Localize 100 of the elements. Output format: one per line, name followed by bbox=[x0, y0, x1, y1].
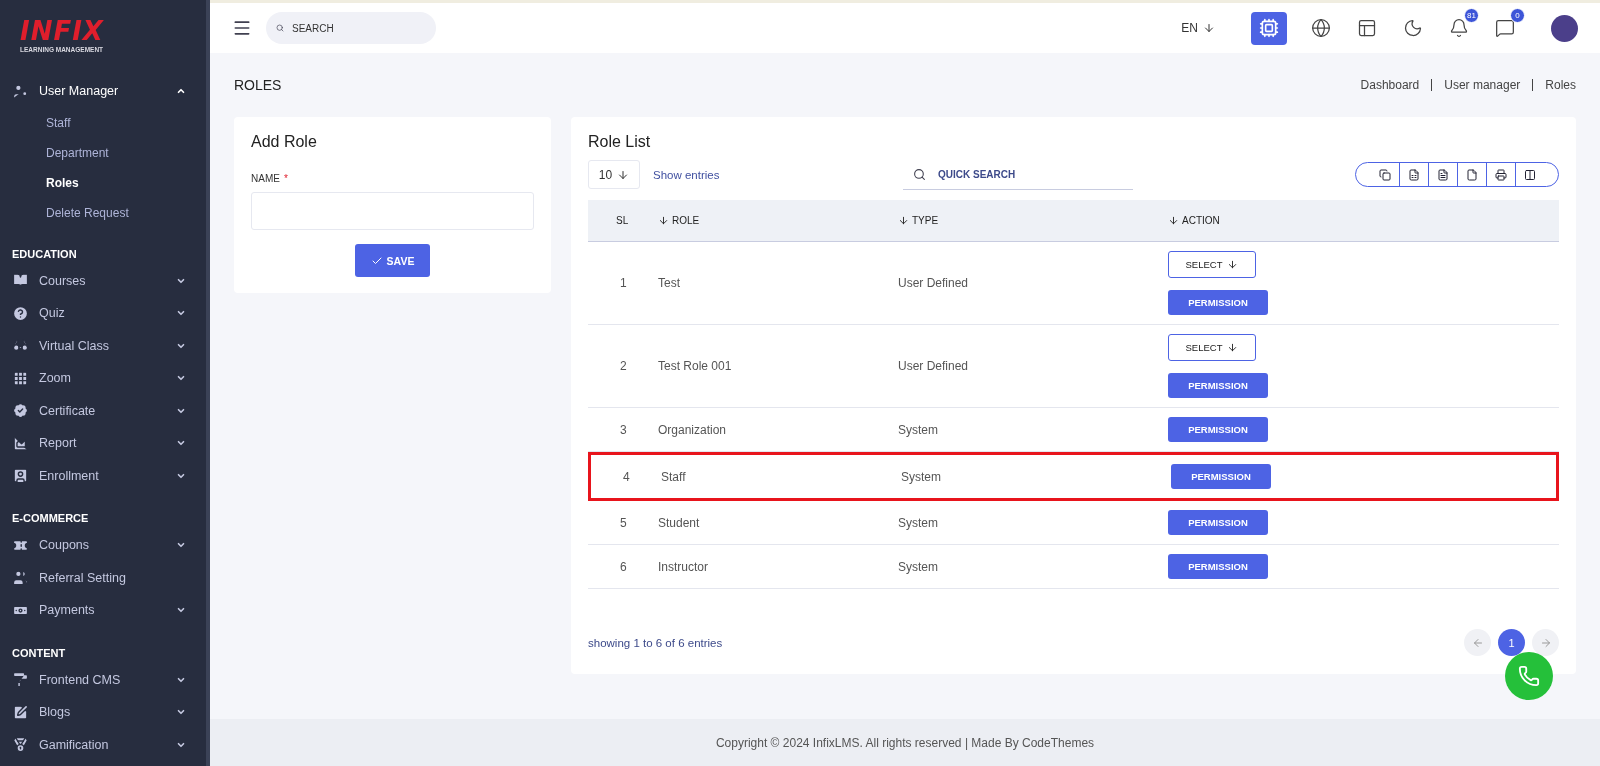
table-cell-text: 1 bbox=[619, 276, 628, 290]
edit-icon bbox=[12, 703, 29, 721]
badge-icon bbox=[12, 402, 29, 420]
medal-icon bbox=[12, 736, 29, 754]
table-cell-text: System bbox=[898, 515, 939, 530]
breadcrumb-link[interactable]: User manager bbox=[1444, 78, 1521, 92]
logo-text: INFIX bbox=[20, 18, 105, 44]
breadcrumb-link[interactable]: Roles bbox=[1545, 78, 1576, 92]
sort-arrow-icon bbox=[658, 215, 669, 226]
phone-icon bbox=[1518, 665, 1540, 687]
language-dropdown[interactable]: EN bbox=[1175, 20, 1221, 36]
message-count: 0 bbox=[1510, 8, 1525, 23]
field-label: NAME * bbox=[251, 173, 289, 184]
chart-icon bbox=[12, 434, 29, 452]
section-heading: CONTENT bbox=[11, 646, 67, 659]
column-header[interactable]: ROLE bbox=[658, 215, 898, 226]
arrow-right-icon bbox=[1539, 636, 1552, 649]
sidebar-item[interactable]: Payments bbox=[0, 594, 206, 627]
table-cell-text: 6 bbox=[619, 559, 628, 574]
sidebar-item[interactable]: Gamification bbox=[0, 728, 206, 761]
menu-icon[interactable] bbox=[232, 18, 252, 38]
arrow-down-icon bbox=[1227, 259, 1239, 270]
table-cell-text: Staff bbox=[661, 469, 687, 484]
users-icon bbox=[12, 569, 29, 587]
permission-button[interactable]: PERMISSION bbox=[1168, 290, 1268, 315]
sidebar-item[interactable]: Blogs bbox=[0, 696, 206, 729]
submenu-item[interactable]: Delete Request bbox=[0, 197, 206, 228]
chip-icon bbox=[1259, 18, 1279, 38]
page-button[interactable]: 1 bbox=[1498, 629, 1525, 656]
table-cell-text: Test Role 001 bbox=[658, 359, 733, 373]
sidebar-item[interactable]: Quiz bbox=[0, 297, 206, 330]
search-icon bbox=[913, 167, 926, 181]
sort-arrow-icon bbox=[1168, 215, 1179, 226]
avatar[interactable] bbox=[1551, 14, 1578, 42]
page-size-dropdown[interactable]: 10 bbox=[588, 160, 640, 189]
show-entries-label: Show entries bbox=[653, 168, 721, 181]
submenu-item[interactable]: Department bbox=[0, 137, 206, 168]
ai-chip-button[interactable] bbox=[1251, 11, 1287, 45]
table-cell-text: 4 bbox=[622, 469, 631, 484]
submenu-item[interactable]: Staff bbox=[0, 107, 206, 138]
search-input[interactable]: SEARCH bbox=[290, 12, 426, 44]
table-cell-text: 5 bbox=[619, 515, 628, 530]
document-icon bbox=[1437, 168, 1449, 181]
file-icon bbox=[1466, 168, 1478, 181]
permission-button[interactable]: PERMISSION bbox=[1171, 464, 1271, 489]
card-title: Add Role bbox=[251, 133, 318, 151]
question-icon bbox=[12, 304, 29, 322]
permission-button[interactable]: PERMISSION bbox=[1168, 510, 1268, 535]
section-heading: E-COMMERCE bbox=[11, 512, 90, 524]
table-cell-text: 2 bbox=[619, 359, 628, 373]
notification-count: 81 bbox=[1464, 8, 1479, 23]
column-header: SL bbox=[615, 215, 630, 226]
card-title: Role List bbox=[588, 133, 652, 151]
sidebar-item[interactable]: Report bbox=[0, 427, 206, 460]
arrow-down-icon bbox=[1203, 22, 1215, 34]
sidebar-item[interactable]: Referral Setting bbox=[0, 561, 206, 594]
column-header[interactable]: TYPE bbox=[898, 215, 1168, 226]
section-heading: EDUCATION bbox=[11, 247, 78, 260]
whatsapp-button[interactable] bbox=[1505, 652, 1553, 700]
permission-button[interactable]: PERMISSION bbox=[1168, 373, 1268, 398]
printer-icon bbox=[1495, 168, 1507, 181]
entries-summary: showing 1 to 6 of 6 entries bbox=[588, 636, 724, 649]
breadcrumb-link[interactable]: Dashboard bbox=[1360, 78, 1420, 92]
sidebar-item[interactable]: Virtual Class bbox=[0, 329, 206, 362]
permission-button[interactable]: PERMISSION bbox=[1168, 417, 1268, 442]
sort-arrow-icon bbox=[898, 215, 909, 226]
sidebar-item[interactable]: Certificate bbox=[0, 394, 206, 427]
sidebar-item[interactable]: Coupons bbox=[0, 529, 206, 562]
column-header[interactable]: ACTION bbox=[1168, 215, 1559, 226]
sidebar-item[interactable]: Frontend CMS bbox=[0, 663, 206, 696]
save-button[interactable]: SAVE bbox=[355, 244, 430, 277]
table-cell-text: Organization bbox=[658, 422, 728, 437]
arrow-left-icon bbox=[1471, 636, 1484, 649]
sidebar-item[interactable]: Zoom bbox=[0, 362, 206, 395]
table-cell-text: System bbox=[898, 422, 939, 437]
name-input[interactable] bbox=[251, 192, 534, 230]
table-cell-text: User Defined bbox=[898, 359, 970, 373]
sidebar-item[interactable]: User Manager bbox=[0, 75, 206, 108]
columns-icon bbox=[1524, 168, 1536, 181]
table-cell-text: Test bbox=[658, 276, 681, 290]
spreadsheet-icon bbox=[1408, 168, 1420, 181]
page-title: ROLES bbox=[234, 77, 283, 93]
sidebar-item[interactable]: Enrollment bbox=[0, 459, 206, 492]
select-dropdown[interactable]: SELECT bbox=[1168, 251, 1256, 278]
table-cell-text: 3 bbox=[619, 422, 628, 437]
search-field[interactable]: SEARCH bbox=[266, 12, 436, 44]
permission-button[interactable]: PERMISSION bbox=[1168, 554, 1268, 579]
table-cell-text: System bbox=[898, 559, 939, 574]
table-cell-text: System bbox=[901, 469, 942, 484]
sidebar-item[interactable]: Courses bbox=[0, 264, 206, 297]
table-cell-text: Instructor bbox=[658, 559, 709, 574]
select-dropdown[interactable]: SELECT bbox=[1168, 334, 1256, 361]
arrow-down-icon bbox=[617, 168, 630, 181]
globe-icon[interactable] bbox=[1309, 16, 1333, 40]
arrow-down-icon bbox=[1227, 342, 1239, 353]
submenu-item[interactable]: Roles bbox=[0, 167, 206, 198]
grid-icon bbox=[12, 369, 29, 387]
quick-search-field[interactable]: QUICK SEARCH bbox=[903, 159, 1133, 190]
copyright-text: Copyright © 2024 InfixLMS. All rights reserved | Made By CodeThemes bbox=[715, 735, 1095, 750]
table-cell-text: Student bbox=[658, 515, 701, 530]
